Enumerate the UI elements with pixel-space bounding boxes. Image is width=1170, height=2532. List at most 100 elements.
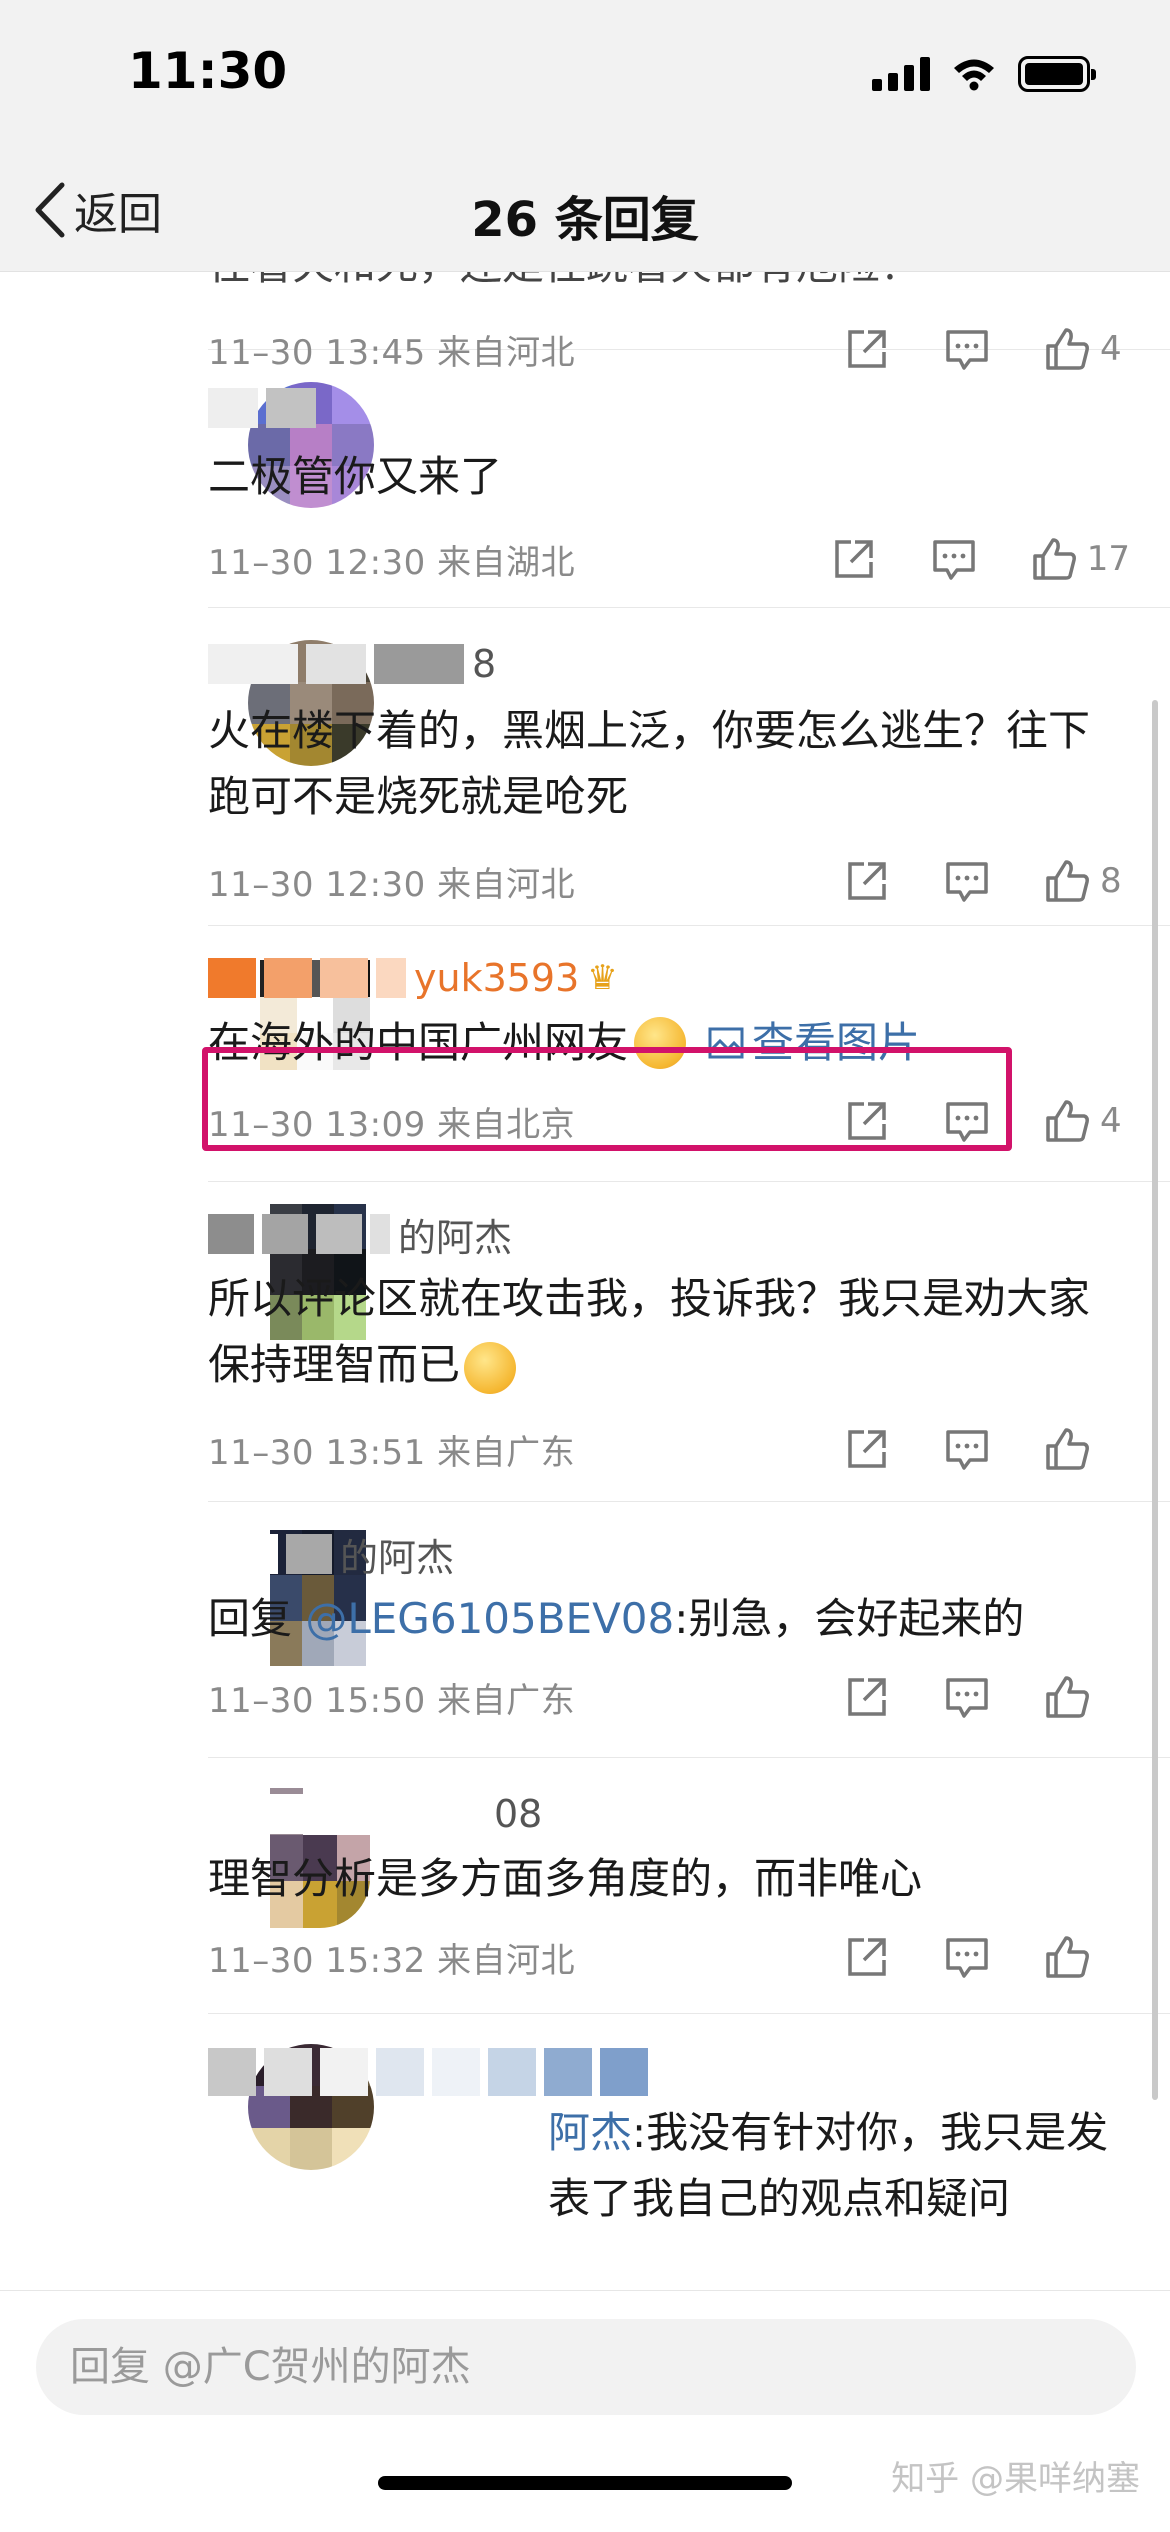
like-button[interactable] [1044, 1426, 1130, 1472]
crown-badge-icon: ♛ [587, 958, 618, 998]
comment-button[interactable] [944, 858, 990, 904]
reply-meta: 11–30 12:30 来自河北 8 [208, 836, 1170, 926]
wifi-icon [954, 59, 994, 91]
scrollbar[interactable] [1152, 700, 1158, 2100]
like-count: 8 [1100, 861, 1122, 901]
share-button[interactable] [844, 1098, 890, 1144]
reply-list: 往看火和死，还是往跳看火都有危险？ 11–30 13:45 来自河北 4 [0, 272, 1170, 2274]
reply-item: 阿杰:我没有针对你，我只是发表了我自己的观点和疑问 [208, 2014, 1170, 2274]
comment-button[interactable] [931, 536, 977, 582]
status-time: 11:30 [128, 42, 288, 100]
watermark: 知乎 @果咩纳塞 [891, 2459, 1140, 2499]
like-count: 4 [1100, 1101, 1122, 1141]
share-icon [848, 1678, 886, 1716]
like-button[interactable] [1044, 1674, 1130, 1720]
share-icon [848, 1938, 886, 1976]
reply-actions: 4 [844, 1098, 1130, 1144]
reply-text: 在海外的中国广州网友 查看图片 [208, 1010, 1170, 1076]
comment-icon [946, 1430, 988, 1470]
thumbs-up-icon [1046, 1100, 1089, 1142]
reply-timestamp-location: 11–30 13:09 来自北京 [208, 1104, 576, 1145]
reply-text: 往看火和死，还是往跳看火都有危险？ [208, 272, 1170, 298]
reply-actions: 17 [831, 536, 1130, 582]
reply-username[interactable]: 的阿杰 [208, 1206, 1170, 1262]
battery-icon [1018, 56, 1096, 92]
reply-item: 往看火和死，还是往跳看火都有危险？ 11–30 13:45 来自河北 4 [208, 272, 1170, 373]
comment-icon [932, 540, 975, 580]
comment-icon [946, 1102, 988, 1142]
reply-input[interactable] [36, 2319, 1136, 2415]
reply-text: 火在楼下着的，黑烟上泛，你要怎么逃生？往下跑可不是烧死就是呛死 [208, 706, 1091, 821]
reply-timestamp-location: 11–30 15:50 来自广东 [208, 1680, 576, 1721]
reply-item: 08 理智分析是多方面多角度的，而非唯心 11–30 15:32 来自河北 [208, 1758, 1170, 2014]
thumbs-up-icon [1046, 860, 1089, 902]
view-image-link[interactable]: 查看图片 [706, 1010, 920, 1076]
reply-actions: 8 [844, 858, 1130, 904]
reply-text: 阿杰:我没有针对你，我只是发表了我自己的观点和疑问 [548, 2108, 1109, 2223]
reply-list-container[interactable]: 往看火和死，还是往跳看火都有危险？ 11–30 13:45 来自河北 4 [0, 272, 1170, 2290]
share-icon [848, 862, 886, 900]
share-icon [834, 540, 873, 578]
reply-text: 理智分析是多方面多角度的，而非唯心 [208, 1854, 923, 1903]
reply-item: yuk3593 ♛ 在海外的中国广州网友 查看图片 11–30 13:09 来自… [208, 926, 1170, 1182]
comment-button[interactable] [944, 1098, 990, 1144]
like-button[interactable]: 17 [1031, 536, 1130, 582]
share-button[interactable] [844, 1934, 890, 1980]
reply-timestamp-location: 11–30 12:30 来自河北 [208, 864, 576, 905]
reply-timestamp-location: 11–30 12:30 来自湖北 [208, 542, 576, 583]
reply-meta: 11–30 15:50 来自广东 [208, 1652, 1170, 1742]
reply-text: 二极管你又来了 [208, 452, 503, 501]
reply-username[interactable]: yuk3593 ♛ [208, 950, 1170, 1006]
page-title: 26 条回复 [471, 192, 699, 248]
like-button[interactable]: 4 [1044, 1098, 1130, 1144]
share-icon [848, 1430, 886, 1468]
mention-link[interactable]: 阿杰 [548, 2108, 632, 2157]
like-button[interactable] [1044, 1934, 1130, 1980]
comment-button[interactable] [944, 1674, 990, 1720]
reply-text: 回复 @LEG6105BEV08:别急，会好起来的 [208, 1594, 1025, 1643]
reply-item: 8 火在楼下着的，黑烟上泛，你要怎么逃生？往下跑可不是烧死就是呛死 11–30 … [208, 608, 1170, 926]
reply-meta: 11–30 12:30 来自湖北 17 [208, 514, 1170, 604]
home-indicator [378, 2476, 792, 2490]
like-count: 17 [1086, 539, 1130, 579]
thumbs-up-icon [1046, 1936, 1089, 1978]
reply-text: 所以评论区就在攻击我，投诉我？我只是劝大家保持理智而已 [208, 1266, 1170, 1398]
reply-meta: 11–30 13:09 来自北京 4 [208, 1076, 1170, 1166]
share-button[interactable] [844, 858, 890, 904]
reply-item: 的阿杰 所以评论区就在攻击我，投诉我？我只是劝大家保持理智而已 11–30 13… [208, 1182, 1170, 1502]
share-button[interactable] [831, 536, 877, 582]
mention-link[interactable]: @LEG6105BEV08 [305, 1594, 674, 1643]
reply-meta: 11–30 15:32 来自河北 [208, 1912, 1170, 2002]
share-icon [848, 1102, 886, 1140]
share-button[interactable] [844, 1674, 890, 1720]
comment-button[interactable] [944, 1934, 990, 1980]
nav-bar: 返回 26 条回复 [0, 150, 1170, 272]
cellular-signal-icon [872, 57, 930, 91]
reply-username[interactable]: 8 [208, 636, 1170, 692]
share-button[interactable] [844, 1426, 890, 1472]
reply-username[interactable] [208, 380, 1170, 436]
reply-actions [844, 1426, 1130, 1472]
comment-icon [946, 862, 988, 902]
reply-timestamp-location: 11–30 13:51 来自广东 [208, 1432, 576, 1473]
reply-username[interactable]: 的阿杰 [208, 1526, 1170, 1582]
comment-icon [946, 1938, 988, 1978]
reply-item: 的阿杰 回复 @LEG6105BEV08:别急，会好起来的 11–30 15:5… [208, 1502, 1170, 1758]
emoji-icon [634, 1017, 687, 1069]
reply-actions [844, 1674, 1130, 1720]
thumbs-up-icon [1032, 538, 1076, 580]
status-bar: 11:30 [0, 0, 1170, 150]
comment-icon [946, 1678, 988, 1718]
reply-username[interactable]: 08 [208, 1786, 1170, 1842]
reply-meta: 11–30 13:51 来自广东 [208, 1404, 1170, 1494]
comment-button[interactable] [944, 1426, 990, 1472]
thumbs-up-icon [1046, 1676, 1089, 1718]
emoji-icon [464, 1341, 517, 1394]
reply-actions [844, 1934, 1130, 1980]
thumbs-up-icon [1046, 1428, 1089, 1470]
like-button[interactable]: 8 [1044, 858, 1130, 904]
reply-timestamp-location: 11–30 15:32 来自河北 [208, 1940, 576, 1981]
reply-input-bar: 知乎 @果咩纳塞 [0, 2290, 1170, 2532]
reply-item: 二极管你又来了 11–30 12:30 来自湖北 17 [208, 350, 1170, 608]
status-icons [872, 56, 1096, 92]
